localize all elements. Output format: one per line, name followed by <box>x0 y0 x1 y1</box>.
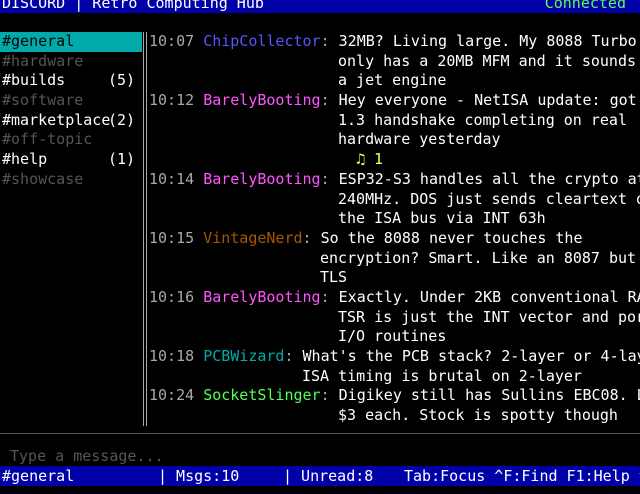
status-keys: Tab:Focus ^F:Find F1:Help ^Q: <box>404 467 640 485</box>
message-item: 10:12 BarelyBooting: Hey everyone - NetI… <box>149 91 640 111</box>
message-username[interactable]: ChipCollector <box>203 32 320 50</box>
channel-name: #hardware <box>2 51 84 70</box>
pane-divider[interactable] <box>143 32 147 426</box>
message-text: Digikey still has Sullins EBC08. Like <box>338 386 640 405</box>
channel-item[interactable]: #builds (5) <box>0 71 142 91</box>
message-text-line: ISA timing is brutal on 2-layer <box>302 366 582 385</box>
message-text-line: encryption? Smart. Like an 8087 but for <box>320 248 640 267</box>
channel-item[interactable]: #off-topic <box>0 130 142 150</box>
unread-count-badge: (2) <box>108 110 136 129</box>
message-item: 10:24 SocketSlinger: Digikey still has S… <box>149 386 640 406</box>
message-input[interactable]: Type a message... <box>0 446 640 466</box>
message-text: So the 8088 never touches the <box>320 228 583 247</box>
message-username[interactable]: PCBWizard <box>203 347 284 365</box>
message-username[interactable]: BarelyBooting <box>203 288 320 306</box>
channel-item[interactable]: #help (1) <box>0 150 142 170</box>
message-item: 10:07 ChipCollector: 32MB? Living large.… <box>149 32 640 52</box>
message-item: 10:18 PCBWizard: What's the PCB stack? 2… <box>149 347 640 367</box>
window-title: DISCORD | Retro Computing Hub <box>2 0 264 12</box>
channel-name: #off-topic <box>2 130 93 149</box>
message-username[interactable]: SocketSlinger <box>203 386 320 404</box>
message-timestamp: 10:15 <box>149 228 195 247</box>
message-timestamp: 10:12 <box>149 91 195 110</box>
message-text-line: the ISA bus via INT 63h <box>338 209 546 228</box>
message-item: 10:15 VintageNerd: So the 8088 never tou… <box>149 228 583 247</box>
message-timestamp: 10:24 <box>149 386 195 405</box>
message-text-line: only has a 20MB MFM and it sounds like <box>338 51 637 70</box>
channel-name: #marketplace <box>2 110 111 129</box>
channel-item[interactable]: #hardware <box>0 52 142 72</box>
message-text-line: hardware yesterday <box>338 130 501 149</box>
connection-status: Connected <box>544 0 626 12</box>
input-separator <box>0 433 640 434</box>
channel-item[interactable]: #marketplace (2) <box>0 111 142 131</box>
message-list[interactable]: 10:07 ChipCollector: 32MB? Living large.… <box>149 32 640 426</box>
status-bar: #general | Msgs:10 | Unread:8 Tab:Focus … <box>0 466 640 486</box>
message-timestamp: 10:18 <box>149 347 195 366</box>
message-timestamp: 10:16 <box>149 288 195 306</box>
message-text-line: a jet engine <box>338 71 447 90</box>
message-reaction[interactable]: ♫ 1 <box>149 150 640 170</box>
channel-name: #general <box>2 32 75 50</box>
channel-item[interactable]: #general <box>0 32 142 52</box>
message-username[interactable]: BarelyBooting <box>203 170 320 188</box>
channel-name: #software <box>2 91 84 110</box>
message-text: Exactly. Under 2KB conventional RAM. <box>338 288 640 306</box>
status-channel: #general <box>2 467 75 485</box>
message-item: 10:16 BarelyBooting: Exactly. Under 2KB … <box>149 288 640 308</box>
message-text-line: TLS <box>320 268 348 287</box>
channel-item[interactable]: #showcase <box>0 170 142 190</box>
message-text-line: 1.3 handshake completing on real <box>338 110 627 129</box>
channel-name: #help <box>2 150 48 169</box>
channel-name: #builds <box>2 71 66 90</box>
message-text: ESP32-S3 handles all the crypto at <box>338 169 640 188</box>
channel-name: #showcase <box>2 169 84 188</box>
status-msgs: | Msgs:10 <box>158 467 240 485</box>
message-text-line: $3 each. Stock is spotty though <box>338 406 618 425</box>
message-timestamp: 10:14 <box>149 169 195 188</box>
unread-count-badge: (5) <box>108 71 136 90</box>
message-username[interactable]: VintageNerd <box>203 229 302 247</box>
status-unread: | Unread:8 <box>283 467 374 485</box>
unread-count-badge: (1) <box>108 150 136 169</box>
message-item: 10:14 BarelyBooting: ESP32-S3 handles al… <box>149 170 640 190</box>
title-bar: DISCORD | Retro Computing Hub Connected <box>0 0 640 13</box>
message-timestamp: 10:07 <box>149 32 195 50</box>
message-text-line: 240MHz. DOS just sends cleartext over <box>338 189 640 208</box>
message-text: What's the PCB stack? 2-layer or 4-layer… <box>302 347 640 366</box>
channel-item[interactable]: #software <box>0 91 142 111</box>
message-username[interactable]: BarelyBooting <box>203 91 320 109</box>
channel-sidebar: #general #hardware #builds (5) #software #mar… <box>0 32 142 424</box>
message-text-line: TSR is just the INT vector and port <box>338 307 640 326</box>
message-text: 32MB? Living large. My 8088 Turbo XT <box>338 32 640 50</box>
message-text-line: I/O routines <box>338 327 447 346</box>
message-text: Hey everyone - NetISA update: got TLS <box>338 91 640 110</box>
